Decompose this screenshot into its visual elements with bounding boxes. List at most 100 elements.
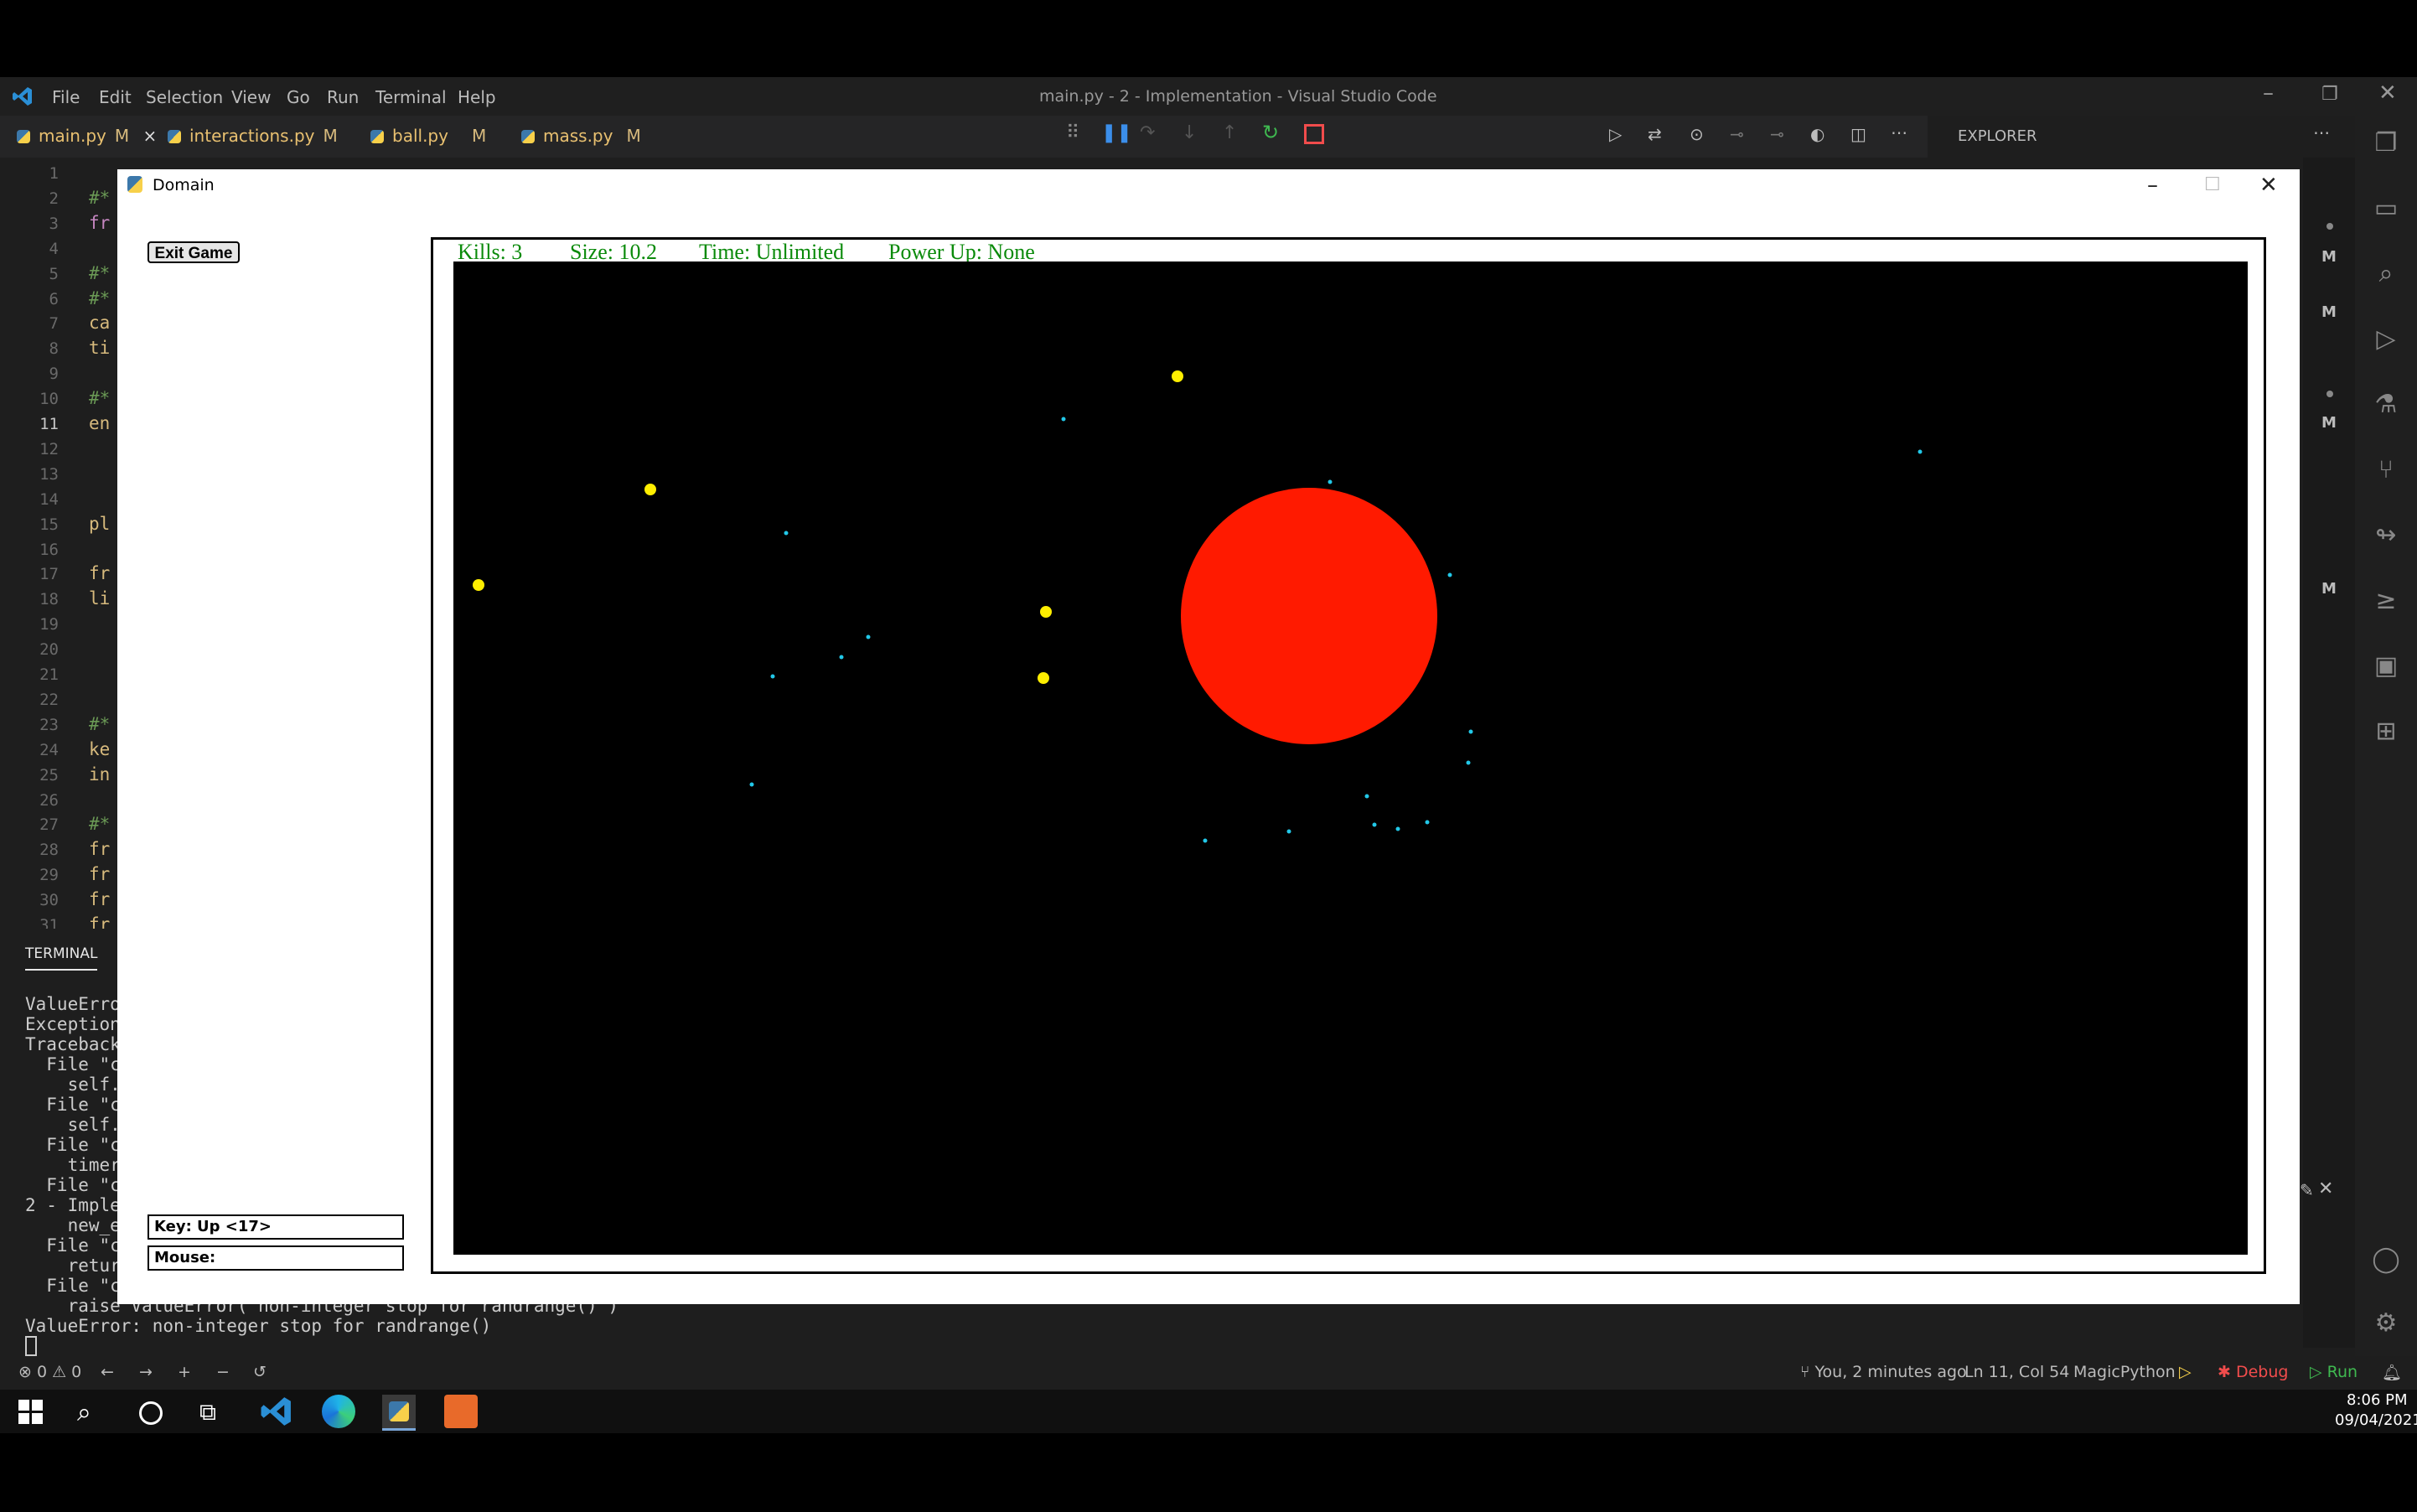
timeline-icon[interactable]: ⊙	[1690, 124, 1704, 144]
debug-restart-icon[interactable]: ↻	[1262, 121, 1279, 144]
terminal-line: self.	[25, 1074, 121, 1095]
windows-start-icon[interactable]	[18, 1400, 44, 1425]
terminal-line: self.	[25, 1115, 121, 1135]
explorer-icon[interactable]: ❐	[2372, 129, 2400, 158]
git-blame[interactable]: ⑂ You, 2 minutes ago	[1800, 1363, 1967, 1381]
python-taskbar-icon[interactable]	[382, 1395, 416, 1431]
particle	[1447, 572, 1452, 577]
cortana-icon[interactable]	[139, 1401, 163, 1425]
python-logo-icon	[389, 1401, 409, 1421]
problems-indicator[interactable]: ⊗ 0 ⚠ 0	[18, 1363, 81, 1381]
particle	[1364, 794, 1369, 799]
debug-button[interactable]: ✱ Debug	[2218, 1363, 2288, 1381]
debug-stop-icon[interactable]	[1304, 124, 1324, 144]
debug-step-over-icon[interactable]: ↷	[1140, 122, 1155, 143]
python-feather-icon	[127, 176, 144, 194]
vscode-restore-button[interactable]: ❐	[2321, 84, 2338, 105]
zoom-in-icon[interactable]: +	[178, 1363, 191, 1381]
menu-run[interactable]: Run	[327, 87, 359, 107]
task-view-icon[interactable]: ⧉	[199, 1398, 216, 1427]
debug-step-out-icon[interactable]: ↑	[1222, 122, 1237, 143]
edge-browser-icon[interactable]	[322, 1395, 355, 1428]
domain-maximize-button[interactable]: ☐	[2204, 174, 2221, 195]
python-file-icon	[521, 130, 535, 143]
line-number: 12	[39, 439, 59, 458]
vscode-close-button[interactable]: ✕	[2378, 80, 2397, 106]
modified-badge: M	[323, 126, 338, 146]
prev-change-icon[interactable]: ⊸	[1730, 124, 1744, 144]
game-scene	[473, 370, 1923, 843]
vscode-logo-icon	[12, 85, 34, 107]
game-canvas[interactable]	[453, 261, 2248, 1255]
tab-main-py[interactable]: main.py M ×	[17, 126, 157, 146]
notifications-bell-icon[interactable]: 🔔︎	[2382, 1363, 2402, 1382]
food-pellet	[473, 579, 484, 591]
menu-selection[interactable]: Selection	[146, 87, 223, 107]
search-icon[interactable]: ⌕	[2372, 260, 2400, 288]
code-line: ke	[89, 738, 111, 759]
menu-view[interactable]: View	[231, 87, 271, 107]
clock-date[interactable]: 09/04/2021	[2335, 1411, 2417, 1429]
tab-interactions-py[interactable]: interactions.py M	[168, 126, 338, 146]
settings-gear-icon[interactable]: ⚙	[2372, 1309, 2400, 1338]
explorer-more-icon[interactable]: ⋯	[2313, 122, 2330, 142]
domain-minimize-button[interactable]: –	[2147, 173, 2158, 198]
next-change-icon[interactable]: ⊸	[1770, 124, 1784, 144]
menu-file[interactable]: File	[52, 87, 80, 107]
run-debug-icon[interactable]: ▷	[2372, 325, 2400, 354]
vscode-taskbar-icon[interactable]	[260, 1395, 293, 1428]
run-triangle-icon[interactable]: ▷	[2179, 1363, 2192, 1381]
folder-icon[interactable]: ▭	[2372, 194, 2400, 223]
line-number: 8	[49, 339, 59, 359]
menu-go[interactable]: Go	[287, 87, 310, 107]
run-file-icon[interactable]: ▷	[1609, 124, 1622, 144]
menu-help[interactable]: Help	[458, 87, 496, 107]
testing-icon[interactable]: ⚗	[2372, 391, 2400, 419]
vscode-minimize-button[interactable]: –	[2263, 80, 2274, 106]
run-button[interactable]: ▷ Run	[2310, 1363, 2357, 1381]
tab-mass-py[interactable]: mass.py M	[521, 126, 641, 146]
debug-drag-handle-icon[interactable]: ⠿	[1066, 122, 1079, 143]
key-display: Key: Up <17>	[148, 1214, 404, 1240]
debug-pause-icon[interactable]: ❚❚	[1101, 122, 1132, 143]
particle	[1328, 479, 1333, 484]
particle	[1203, 838, 1208, 843]
domain-close-button[interactable]: ✕	[2259, 173, 2278, 198]
terminal-line: timer	[25, 1155, 121, 1175]
menu-terminal[interactable]: Terminal	[375, 87, 447, 107]
tab-close-icon[interactable]: ×	[142, 126, 157, 146]
app-taskbar-icon[interactable]	[444, 1395, 478, 1428]
remote-icon[interactable]: ↬	[2372, 521, 2400, 550]
exit-game-button[interactable]: Exit Game	[148, 241, 240, 263]
zoom-out-icon[interactable]: −	[216, 1363, 230, 1381]
extensions-icon[interactable]: ⊞	[2372, 717, 2400, 746]
remote-explorer-icon[interactable]: ▣	[2372, 652, 2400, 681]
line-number: 25	[39, 765, 59, 784]
language-mode[interactable]: MagicPython	[2073, 1363, 2176, 1381]
taskbar-search-icon[interactable]: ⌕	[77, 1398, 91, 1427]
zoom-reset-icon[interactable]: ↺	[253, 1363, 267, 1381]
nav-back-icon[interactable]: ←	[101, 1363, 114, 1381]
compare-icon[interactable]: ⇄	[1648, 124, 1662, 144]
accounts-icon[interactable]: ◯	[2372, 1245, 2400, 1274]
terminal-edit-icon[interactable]: ✎	[2300, 1180, 2314, 1200]
tab-label: ball.py	[392, 126, 448, 146]
debug-step-into-icon[interactable]: ↓	[1182, 122, 1197, 143]
git-blame-text: You, 2 minutes ago	[1814, 1363, 1967, 1381]
code-line: fr	[89, 212, 111, 233]
split-editor-icon[interactable]: ◫	[1850, 124, 1866, 144]
terminal-close-icon[interactable]: ✕	[2318, 1178, 2333, 1199]
more-actions-icon[interactable]: ⋯	[1891, 122, 1907, 142]
python-file-icon	[168, 130, 181, 143]
clock-time[interactable]: 8:06 PM	[2347, 1391, 2408, 1409]
nav-forward-icon[interactable]: →	[139, 1363, 153, 1381]
particle	[1918, 449, 1923, 454]
tab-ball-py[interactable]: ball.py M	[370, 126, 486, 146]
git-lens-icon[interactable]: ◐	[1810, 124, 1824, 144]
line-number: 29	[39, 866, 59, 885]
source-control-icon[interactable]: ⑂	[2372, 456, 2400, 484]
cursor-position[interactable]: Ln 11, Col 54	[1964, 1363, 2069, 1381]
powershell-icon[interactable]: ≥	[2372, 587, 2400, 615]
menu-edit[interactable]: Edit	[99, 87, 132, 107]
tab-terminal[interactable]: TERMINAL	[25, 945, 98, 971]
